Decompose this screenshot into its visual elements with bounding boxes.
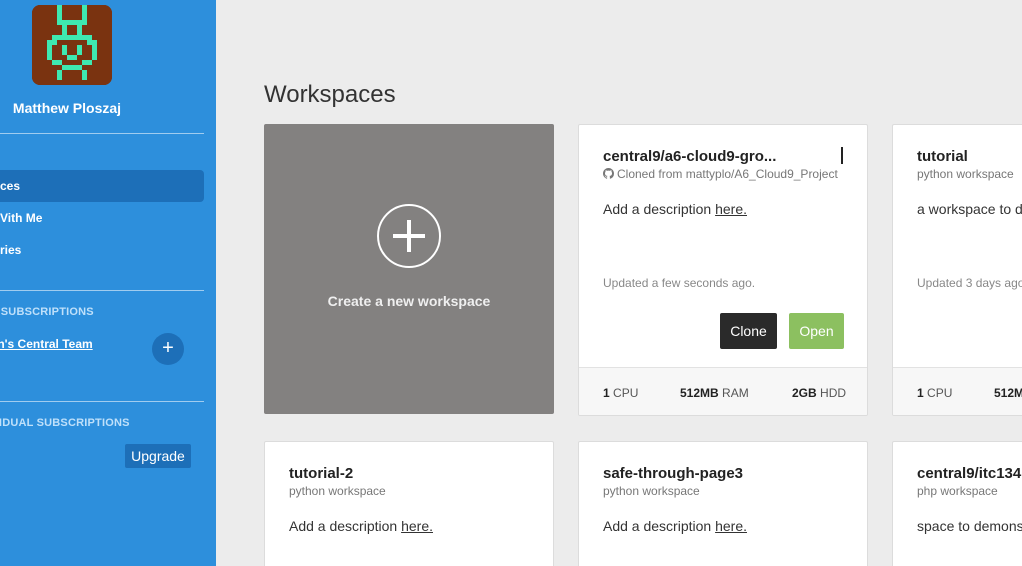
add-description-link[interactable]: here. xyxy=(715,518,747,534)
nav-item-workspaces[interactable]: ces xyxy=(0,170,204,202)
workspace-name[interactable]: tutorial xyxy=(917,148,968,165)
avatar-pixel-art xyxy=(32,5,112,85)
workspace-name[interactable]: tutorial-2 xyxy=(289,465,353,482)
create-workspace-card[interactable]: Create a new workspace xyxy=(264,124,554,414)
add-description-link[interactable]: here. xyxy=(715,201,747,217)
team-subscriptions-title: AM SUBSCRIPTIONS xyxy=(0,306,94,318)
divider xyxy=(0,290,204,291)
divider xyxy=(0,133,204,134)
sidebar: Matthew Ploszaj ces Vith Me ries AM SUBS… xyxy=(0,0,216,566)
workspace-subtitle: php workspace xyxy=(917,484,998,498)
workspace-subtitle: python workspace xyxy=(603,484,700,498)
team-link[interactable]: man's Central Team xyxy=(0,337,93,351)
workspace-specs: 1 CPU 512MB RAM 2GB HDD xyxy=(579,367,867,415)
workspace-description: Add a description here. xyxy=(603,201,747,217)
page-title: Workspaces xyxy=(264,81,396,108)
workspace-subtitle: python workspace xyxy=(289,484,386,498)
description-text: Add a description xyxy=(603,201,716,217)
user-name: Matthew Ploszaj xyxy=(12,100,122,116)
github-icon xyxy=(603,168,614,179)
plus-icon xyxy=(377,204,441,268)
workspace-name[interactable]: central9/a6-cloud9-gro... xyxy=(603,148,776,165)
upgrade-button[interactable]: Upgrade xyxy=(125,444,191,468)
workspace-description: Add a description here. xyxy=(603,518,747,534)
workspace-name[interactable]: central9/itc134 xyxy=(917,465,1021,482)
add-team-button[interactable]: + xyxy=(152,333,184,365)
nav-item-shared-with-me[interactable]: Vith Me xyxy=(0,202,204,234)
workspace-card[interactable]: tutorial python workspace a workspace to… xyxy=(892,124,1022,416)
description-text: Add a description xyxy=(289,518,402,534)
create-workspace-label: Create a new workspace xyxy=(327,293,491,309)
plus-icon: + xyxy=(162,337,174,359)
spec-ram: 512M xyxy=(994,386,1022,400)
workspace-card[interactable]: safe-through-page3 python workspace Add … xyxy=(578,441,868,566)
workspace-description: Add a description here. xyxy=(289,518,433,534)
individual-subscriptions-title: DIVIDUAL SUBSCRIPTIONS xyxy=(0,417,130,429)
workspace-subtitle: python workspace xyxy=(917,167,1014,181)
add-description-link[interactable]: here. xyxy=(401,518,433,534)
workspace-card[interactable]: central9/itc134 php workspace space to d… xyxy=(892,441,1022,566)
workspace-card[interactable]: central9/a6-cloud9-gro... Cloned from ma… xyxy=(578,124,868,416)
workspace-updated: Updated 3 days ago xyxy=(917,276,1022,290)
cloned-from-text: Cloned from mattyplo/A6_Cloud9_Project xyxy=(617,167,838,181)
spec-hdd: 2GB HDD xyxy=(792,386,847,400)
clone-button[interactable]: Clone xyxy=(720,313,777,349)
spec-ram: 512MB RAM xyxy=(680,386,749,400)
workspace-description: space to demons xyxy=(917,518,1022,534)
open-button[interactable]: Open xyxy=(789,313,844,349)
workspace-description: a workspace to d xyxy=(917,201,1022,217)
divider xyxy=(0,401,204,402)
spec-cpu: 1 CPU xyxy=(917,386,953,400)
workspace-card[interactable]: tutorial-2 python workspace Add a descri… xyxy=(264,441,554,566)
spec-cpu: 1 CPU xyxy=(603,386,639,400)
workspace-subtitle: Cloned from mattyplo/A6_Cloud9_Project xyxy=(603,167,838,181)
workspace-updated: Updated a few seconds ago. xyxy=(603,276,756,290)
workspace-specs: 1 CPU 512M xyxy=(893,367,1022,415)
description-text: Add a description xyxy=(603,518,716,534)
workspace-name[interactable]: safe-through-page3 xyxy=(603,465,743,482)
avatar[interactable] xyxy=(32,5,112,85)
text-cursor xyxy=(841,147,843,164)
nav-item-repositories[interactable]: ries xyxy=(0,234,204,266)
